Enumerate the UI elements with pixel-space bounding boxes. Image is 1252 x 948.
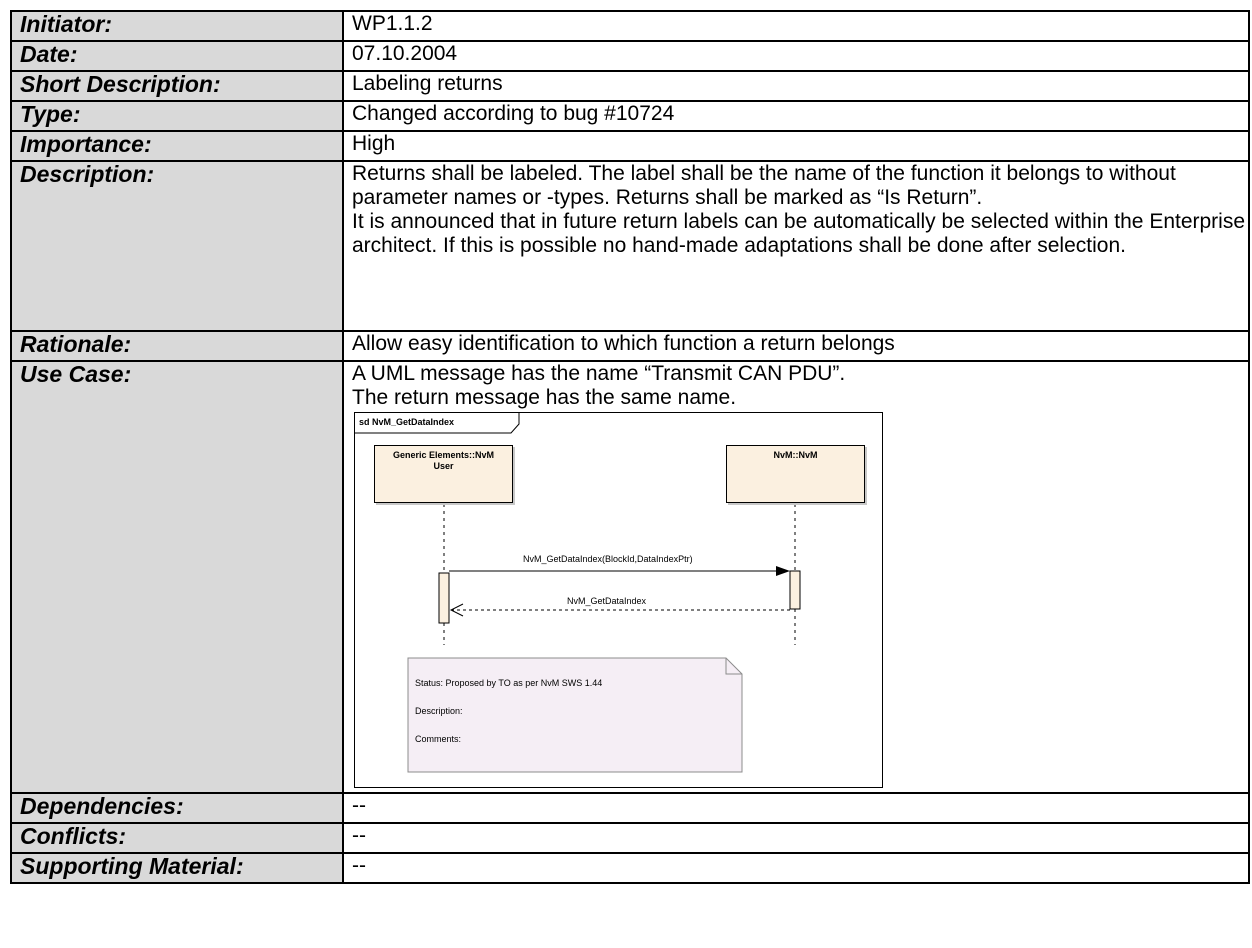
description-paragraph: It is announced that in future return la…	[352, 210, 1246, 257]
note-comments: Comments:	[415, 734, 462, 744]
note-description: Description:	[415, 706, 463, 716]
change-request-table: Initiator: WP1.1.2 Date: 07.10.2004 Shor…	[10, 10, 1250, 884]
lifeline-right-label: NvM::NvM	[773, 450, 818, 460]
frame-title-text: sd NvM_GetDataIndex	[359, 417, 455, 427]
row-initiator: Initiator: WP1.1.2	[10, 10, 1250, 42]
value-supporting-material: --	[342, 852, 1250, 884]
label-importance: Importance:	[10, 130, 344, 162]
return-message-label: NvM_GetDataIndex	[567, 596, 647, 606]
label-dependencies: Dependencies:	[10, 792, 344, 824]
row-description: Description: Returns shall be labeled. T…	[10, 160, 1250, 332]
lifeline-right-box: NvM::NvM	[726, 445, 865, 503]
description-paragraph: Returns shall be labeled. The label shal…	[352, 162, 1176, 209]
value-use-case: A UML message has the name “Transmit CAN…	[342, 360, 1250, 794]
activation-left	[438, 572, 450, 624]
frame-title: sd NvM_GetDataIndex	[355, 413, 515, 433]
row-type: Type: Changed according to bug #10724	[10, 100, 1250, 132]
activation-right	[789, 570, 801, 610]
call-message-label: NvM_GetDataIndex(BlockId,DataIndexPtr)	[523, 554, 693, 564]
row-rationale: Rationale: Allow easy identification to …	[10, 330, 1250, 362]
row-supporting-material: Supporting Material: --	[10, 852, 1250, 884]
label-rationale: Rationale:	[10, 330, 344, 362]
row-conflicts: Conflicts: --	[10, 822, 1250, 854]
row-short-description: Short Description: Labeling returns	[10, 70, 1250, 102]
lifeline-left-label: Generic Elements::NvM	[392, 450, 495, 460]
value-dependencies: --	[342, 792, 1250, 824]
value-description: Returns shall be labeled. The label shal…	[342, 160, 1250, 332]
label-use-case: Use Case:	[10, 360, 344, 794]
value-initiator: WP1.1.2	[342, 10, 1250, 42]
label-initiator: Initiator:	[10, 10, 344, 42]
value-short-description: Labeling returns	[342, 70, 1250, 102]
label-supporting-material: Supporting Material:	[10, 852, 344, 884]
value-conflicts: --	[342, 822, 1250, 854]
label-description: Description:	[10, 160, 344, 332]
use-case-line: A UML message has the name “Transmit CAN…	[352, 362, 846, 385]
value-rationale: Allow easy identification to which funct…	[342, 330, 1250, 362]
call-arrow-head	[776, 566, 790, 576]
value-importance: High	[342, 130, 1250, 162]
value-date: 07.10.2004	[342, 40, 1250, 72]
row-dependencies: Dependencies: --	[10, 792, 1250, 824]
note-status: Status: Proposed by TO as per NvM SWS 1.…	[415, 678, 603, 688]
label-type: Type:	[10, 100, 344, 132]
label-conflicts: Conflicts:	[10, 822, 344, 854]
row-importance: Importance: High	[10, 130, 1250, 162]
lifeline-left-label: User	[433, 461, 454, 471]
label-short-description: Short Description:	[10, 70, 344, 102]
row-use-case: Use Case: A UML message has the name “Tr…	[10, 360, 1250, 794]
sequence-diagram: sd NvM_GetDataIndex Generic Elements::Nv…	[354, 412, 883, 788]
value-type: Changed according to bug #10724	[342, 100, 1250, 132]
lifeline-left-box: Generic Elements::NvM User	[374, 445, 513, 503]
use-case-line: The return message has the same name.	[352, 386, 737, 409]
label-date: Date:	[10, 40, 344, 72]
row-date: Date: 07.10.2004	[10, 40, 1250, 72]
